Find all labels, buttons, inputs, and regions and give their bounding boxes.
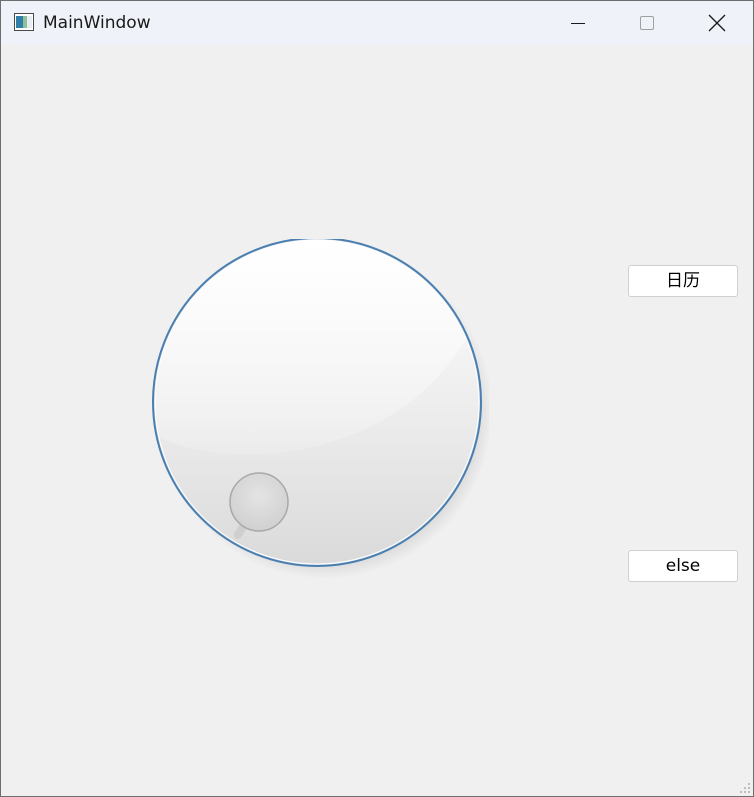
close-button[interactable] xyxy=(683,1,751,45)
window-title: MainWindow xyxy=(43,13,151,33)
size-grip-icon[interactable] xyxy=(739,782,751,794)
close-icon xyxy=(708,14,726,32)
app-icon xyxy=(14,13,34,31)
central-widget: 日历 else xyxy=(1,45,753,796)
title-bar[interactable]: MainWindow xyxy=(1,1,753,45)
main-window: MainWindow 日历 else xyxy=(0,0,754,797)
dial-notch-handle[interactable] xyxy=(229,472,289,532)
minimize-icon xyxy=(571,23,585,24)
minimize-button[interactable] xyxy=(544,1,612,45)
else-button[interactable]: else xyxy=(628,550,738,582)
maximize-icon xyxy=(640,16,654,30)
rotary-dial[interactable] xyxy=(149,239,489,579)
calendar-button[interactable]: 日历 xyxy=(628,265,738,297)
maximize-button[interactable] xyxy=(613,1,681,45)
